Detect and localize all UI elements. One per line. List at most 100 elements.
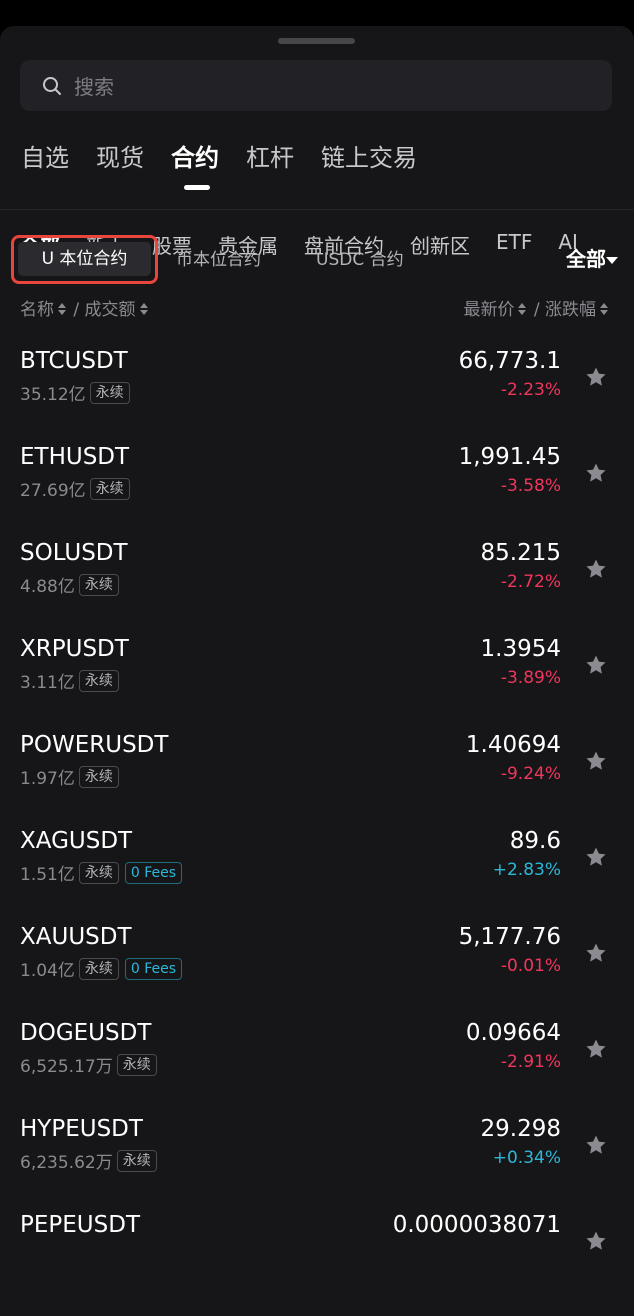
last-price: 85.215 bbox=[480, 540, 561, 566]
volume-value: 35.12亿 bbox=[20, 385, 86, 405]
star-icon[interactable] bbox=[584, 941, 608, 965]
volume: 3.11亿 永续 bbox=[20, 668, 119, 693]
perpetual-badge: 永续 bbox=[89, 477, 130, 500]
change-percent: -2.23% bbox=[500, 380, 561, 400]
last-price: 1.40694 bbox=[465, 732, 561, 758]
perpetual-badge: 永续 bbox=[116, 1053, 157, 1076]
volume-value: 3.11亿 bbox=[20, 673, 75, 693]
volume-value: 6,235.62万 bbox=[20, 1153, 113, 1173]
market-row[interactable]: ETHUSDT 27.69亿 永续 1,991.45 -3.58% bbox=[0, 440, 634, 536]
market-row[interactable]: XRPUSDT 3.11亿 永续 1.3954 -3.89% bbox=[0, 632, 634, 728]
search-placeholder: 搜索 bbox=[74, 75, 114, 99]
star-icon[interactable] bbox=[584, 653, 608, 677]
last-price: 29.298 bbox=[480, 1116, 561, 1142]
change-percent: +2.83% bbox=[492, 860, 561, 880]
change-percent: +0.34% bbox=[492, 1148, 561, 1168]
symbol: SOLUSDT bbox=[20, 540, 128, 566]
market-row[interactable]: PEPEUSDT 0.0000038071 bbox=[0, 1208, 634, 1304]
perpetual-badge: 永续 bbox=[78, 957, 119, 980]
segment-coin-margined[interactable]: 币本位合约 bbox=[176, 244, 261, 276]
sort-icon[interactable] bbox=[139, 302, 148, 316]
volume: 6,235.62万 永续 bbox=[20, 1148, 157, 1173]
perpetual-badge: 永续 bbox=[78, 669, 119, 692]
sort-price[interactable]: 最新价 bbox=[463, 300, 514, 320]
change-percent: -2.72% bbox=[500, 572, 561, 592]
search-icon bbox=[43, 76, 61, 95]
volume-value: 6,525.17万 bbox=[20, 1057, 113, 1077]
star-icon[interactable] bbox=[584, 749, 608, 773]
symbol: XAUUSDT bbox=[20, 924, 132, 950]
last-price: 1.3954 bbox=[480, 636, 561, 662]
divider bbox=[0, 209, 634, 210]
last-price: 66,773.1 bbox=[458, 348, 561, 374]
zero-fees-badge: 0 Fees bbox=[124, 861, 183, 884]
perpetual-badge: 永续 bbox=[78, 765, 119, 788]
market-row[interactable]: DOGEUSDT 6,525.17万 永续 0.09664 -2.91% bbox=[0, 1016, 634, 1112]
market-row[interactable]: XAGUSDT 1.51亿 永续 0 Fees 89.6 +2.83% bbox=[0, 824, 634, 920]
search-bar[interactable]: 搜索 bbox=[20, 60, 612, 111]
volume: 1.04亿 永续 0 Fees bbox=[20, 956, 183, 981]
volume: 4.88亿 永续 bbox=[20, 572, 119, 597]
segment-usdt-margined[interactable]: U 本位合约 bbox=[18, 242, 151, 276]
market-row[interactable]: HYPEUSDT 6,235.62万 永续 29.298 +0.34% bbox=[0, 1112, 634, 1208]
volume-value: 1.04亿 bbox=[20, 961, 75, 981]
perpetual-badge: 永续 bbox=[89, 381, 130, 404]
filter-dropdown[interactable]: 全部 bbox=[566, 243, 606, 275]
symbol: DOGEUSDT bbox=[20, 1020, 152, 1046]
symbol: XRPUSDT bbox=[20, 636, 129, 662]
star-icon[interactable] bbox=[584, 845, 608, 869]
volume-value: 1.97亿 bbox=[20, 769, 75, 789]
star-icon[interactable] bbox=[584, 461, 608, 485]
last-price: 1,991.45 bbox=[458, 444, 561, 470]
symbol: BTCUSDT bbox=[20, 348, 128, 374]
volume: 6,525.17万 永续 bbox=[20, 1052, 157, 1077]
tab-favorites[interactable]: 自选 bbox=[21, 138, 69, 180]
volume-value: 4.88亿 bbox=[20, 577, 75, 597]
star-icon[interactable] bbox=[584, 1133, 608, 1157]
sort-icon[interactable] bbox=[518, 302, 527, 316]
sort-icon[interactable] bbox=[58, 302, 66, 316]
perpetual-badge: 永续 bbox=[78, 573, 119, 596]
market-row[interactable]: SOLUSDT 4.88亿 永续 85.215 -2.72% bbox=[0, 536, 634, 632]
sort-volume[interactable]: 成交额 bbox=[85, 300, 136, 320]
drag-handle[interactable] bbox=[278, 38, 355, 44]
symbol: HYPEUSDT bbox=[20, 1116, 143, 1142]
tab-onchain[interactable]: 链上交易 bbox=[321, 138, 417, 180]
tab-futures[interactable]: 合约 bbox=[171, 138, 219, 190]
segment-usdc[interactable]: USDC 合约 bbox=[316, 244, 404, 276]
caret-down-icon[interactable] bbox=[606, 257, 618, 264]
tab-margin[interactable]: 杠杆 bbox=[246, 138, 294, 180]
volume: 1.51亿 永续 0 Fees bbox=[20, 860, 183, 885]
last-price: 5,177.76 bbox=[458, 924, 561, 950]
star-icon[interactable] bbox=[584, 365, 608, 389]
contract-type-selector: U 本位合约 币本位合约 USDC 合约 全部 bbox=[0, 235, 634, 285]
market-row[interactable]: POWERUSDT 1.97亿 永续 1.40694 -9.24% bbox=[0, 728, 634, 824]
market-row[interactable]: BTCUSDT 35.12亿 永续 66,773.1 -2.23% bbox=[0, 344, 634, 440]
zero-fees-badge: 0 Fees bbox=[124, 957, 183, 980]
sort-change[interactable]: 涨跌幅 bbox=[545, 300, 596, 320]
symbol: XAGUSDT bbox=[20, 828, 133, 854]
last-price: 0.0000038071 bbox=[392, 1212, 561, 1238]
last-price: 0.09664 bbox=[465, 1020, 561, 1046]
star-icon[interactable] bbox=[584, 1037, 608, 1061]
tab-spot[interactable]: 现货 bbox=[96, 138, 144, 180]
change-percent: -3.58% bbox=[500, 476, 561, 496]
symbol: PEPEUSDT bbox=[20, 1212, 140, 1238]
market-list: BTCUSDT 35.12亿 永续 66,773.1 -2.23% ETHUSDT 27.6… bbox=[0, 344, 634, 1304]
change-percent: -2.91% bbox=[500, 1052, 561, 1072]
market-row[interactable]: XAUUSDT 1.04亿 永续 0 Fees 5,177.76 -0.01% bbox=[0, 920, 634, 1016]
list-header: 名称 / 成交额 最新价 / 涨跌幅 bbox=[20, 295, 610, 320]
header-separator: / bbox=[528, 300, 545, 320]
volume-value: 1.51亿 bbox=[20, 865, 75, 885]
sort-icon[interactable] bbox=[600, 302, 608, 316]
change-percent: -0.01% bbox=[500, 956, 561, 976]
perpetual-badge: 永续 bbox=[116, 1149, 157, 1172]
sort-name[interactable]: 名称 bbox=[20, 300, 54, 320]
volume-value: 27.69亿 bbox=[20, 481, 86, 501]
star-icon[interactable] bbox=[584, 1229, 608, 1253]
star-icon[interactable] bbox=[584, 557, 608, 581]
volume: 1.97亿 永续 bbox=[20, 764, 119, 789]
change-percent: -9.24% bbox=[500, 764, 561, 784]
header-separator: / bbox=[68, 300, 85, 320]
primary-tabs: 自选 现货 合约 杠杆 链上交易 bbox=[21, 138, 444, 190]
